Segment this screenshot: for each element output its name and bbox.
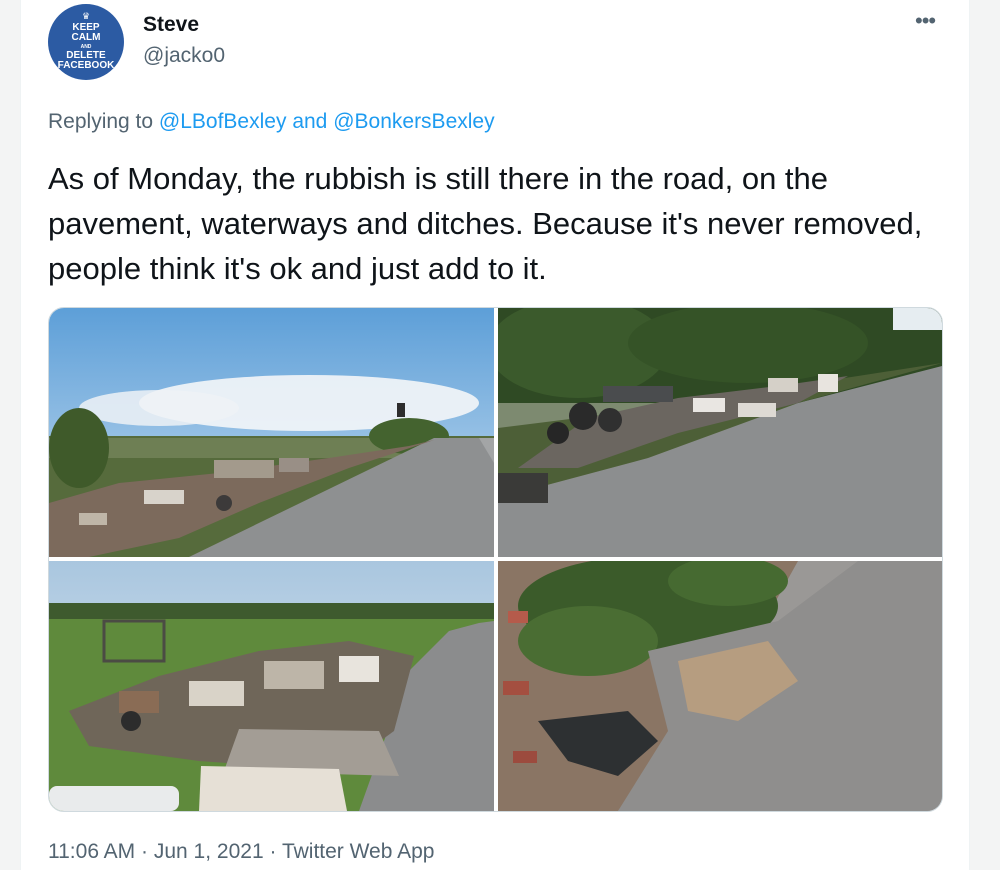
photo-4[interactable] xyxy=(498,561,942,811)
replying-prefix: Replying to xyxy=(48,110,154,133)
author-handle[interactable]: @jacko0 xyxy=(143,44,225,68)
crown-icon: ♛ xyxy=(81,11,91,22)
tweet-date[interactable]: Jun 1, 2021 xyxy=(154,840,264,863)
photo-image xyxy=(49,561,494,811)
avatar-text-line: CALM xyxy=(71,32,101,44)
photo-3[interactable] xyxy=(49,561,494,811)
photo-1[interactable] xyxy=(49,308,494,557)
replying-and[interactable]: and xyxy=(292,110,327,133)
tweet-text: As of Monday, the rubbish is still there… xyxy=(48,161,923,286)
tweet-source[interactable]: Twitter Web App xyxy=(282,840,435,863)
more-options-icon[interactable]: ••• xyxy=(915,8,936,34)
tweet-time[interactable]: 11:06 AM xyxy=(48,840,135,863)
replying-to-line: Replying to @LBofBexley and @BonkersBexl… xyxy=(48,110,495,134)
avatar-text-line: FACEBOOK xyxy=(57,60,115,72)
media-grid xyxy=(48,307,943,812)
avatar[interactable]: ♛ KEEP CALM AND DELETE FACEBOOK xyxy=(48,4,124,80)
meta-separator: · xyxy=(269,840,277,863)
photo-image xyxy=(49,308,494,557)
tweet-meta: 11:06 AM · Jun 1, 2021 · Twitter Web App xyxy=(48,840,434,864)
photo-image xyxy=(498,561,942,811)
tweet-card: ♛ KEEP CALM AND DELETE FACEBOOK Steve @j… xyxy=(20,0,970,870)
mention-link-lbofbexley[interactable]: @LBofBexley xyxy=(159,110,287,133)
author-display-name[interactable]: Steve xyxy=(143,13,199,37)
photo-image xyxy=(498,308,942,557)
mention-link-bonkersbexley[interactable]: @BonkersBexley xyxy=(333,110,494,133)
meta-separator: · xyxy=(141,840,149,863)
photo-2[interactable] xyxy=(498,308,942,557)
